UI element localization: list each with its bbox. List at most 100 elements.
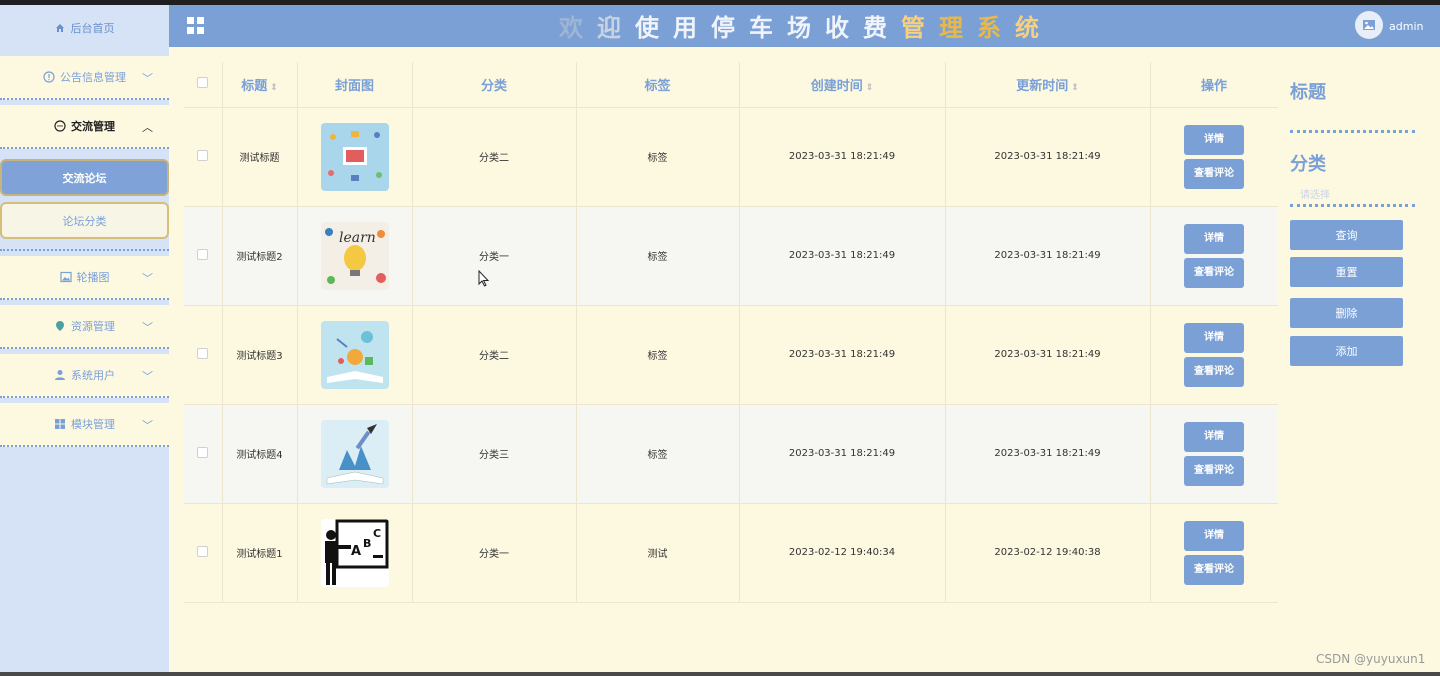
- row-checkbox[interactable]: [197, 446, 209, 458]
- row-select-cell: [184, 404, 223, 504]
- submenu-item-forum-category[interactable]: 论坛分类: [0, 202, 169, 239]
- cell-category: 分类一: [412, 503, 577, 603]
- detail-button[interactable]: 详情: [1184, 322, 1244, 353]
- reset-button[interactable]: 重置: [1290, 257, 1403, 287]
- menu-toggle-icon[interactable]: [187, 17, 205, 35]
- location-pin-icon: [56, 321, 64, 331]
- add-button[interactable]: 添加: [1290, 336, 1403, 366]
- title-char: 费: [863, 14, 901, 42]
- cell-title: 测试标题: [222, 107, 298, 207]
- table-header-row: 标题 ⇕ 封面图 分类 标签 创建时间 ⇕ 更新时间 ⇕ 操作: [184, 62, 1279, 108]
- chevron-down-icon: ﹀: [142, 272, 153, 285]
- window-bottom-border: [0, 672, 1440, 676]
- column-header-created[interactable]: 创建时间 ⇕: [739, 62, 946, 108]
- table-row[interactable]: 测试标题2 learn 分类一 标签 2023-03-31 18:21:49 2023-0…: [184, 206, 1279, 306]
- svg-text:A: A: [351, 544, 361, 559]
- detail-button[interactable]: 详情: [1184, 421, 1244, 452]
- cover-image[interactable]: [320, 320, 389, 389]
- chevron-down-icon: ﹀: [142, 72, 153, 85]
- detail-button[interactable]: 详情: [1184, 520, 1244, 551]
- title-filter-input[interactable]: [1290, 130, 1415, 133]
- sidebar-home-label: 后台首页: [70, 22, 115, 35]
- detail-button[interactable]: 详情: [1184, 223, 1244, 254]
- row-select-cell: [184, 503, 223, 603]
- chevron-down-icon: ﹀: [142, 370, 153, 383]
- sort-icon[interactable]: ⇕: [270, 83, 278, 93]
- title-char: 管: [901, 14, 939, 42]
- table-row[interactable]: 测试标题1 A B C 分类一 测试 2023-02-12 19:40:34 2023-02-…: [184, 503, 1279, 603]
- title-char: 收: [825, 14, 863, 42]
- cell-actions: 详情 查看评论: [1150, 404, 1279, 504]
- cell-updated: 2023-03-31 18:21:49: [945, 206, 1151, 306]
- cell-tag: 标签: [576, 404, 740, 504]
- sidebar: 后台首页 公告信息管理 ﹀ 交流管理 ︿ 交流论坛 论坛分类 轮播图 ﹀ 资源管…: [0, 5, 169, 672]
- column-header-tag: 标签: [576, 62, 740, 108]
- cell-updated: 2023-03-31 18:21:49: [945, 404, 1151, 504]
- delete-button[interactable]: 删除: [1290, 298, 1403, 328]
- title-char: 车: [749, 14, 787, 42]
- view-comments-button[interactable]: 查看评论: [1184, 455, 1244, 486]
- cover-image[interactable]: ABC: [320, 518, 389, 587]
- sidebar-home[interactable]: 后台首页: [0, 5, 169, 51]
- sidebar-item-carousel[interactable]: 轮播图 ﹀: [0, 256, 169, 300]
- category-select[interactable]: 请选择: [1300, 186, 1330, 201]
- table-row[interactable]: 测试标题3 分类二 标签 2023-03-31 18:21:49 2023-03-31 …: [184, 305, 1279, 405]
- title-char: 欢: [559, 14, 597, 42]
- column-header-updated[interactable]: 更新时间 ⇕: [945, 62, 1151, 108]
- column-header-title[interactable]: 标题 ⇕: [222, 62, 298, 108]
- title-char: 停: [711, 14, 749, 42]
- cell-updated: 2023-03-31 18:21:49: [945, 305, 1151, 405]
- sidebar-item-label: 资源管理: [71, 320, 115, 333]
- row-select-cell: [184, 305, 223, 405]
- cover-image[interactable]: [320, 419, 389, 488]
- view-comments-button[interactable]: 查看评论: [1184, 356, 1244, 387]
- sidebar-item-announcements[interactable]: 公告信息管理 ﹀: [0, 56, 169, 100]
- sidebar-item-modules[interactable]: 模块管理 ﹀: [0, 403, 169, 447]
- title-char: 理: [939, 14, 977, 42]
- row-checkbox[interactable]: [197, 347, 209, 359]
- svg-text:B: B: [363, 537, 371, 550]
- sidebar-item-label: 公告信息管理: [60, 71, 126, 84]
- cell-tag: 标签: [576, 206, 740, 306]
- title-char: 使: [635, 14, 673, 42]
- user-icon: [55, 370, 65, 380]
- cover-image[interactable]: learn: [320, 221, 389, 290]
- title-filter-label: 标题: [1290, 82, 1326, 103]
- sort-icon[interactable]: ⇕: [866, 83, 874, 93]
- chevron-down-icon: ﹀: [142, 321, 153, 334]
- row-select-cell: [184, 206, 223, 306]
- avatar[interactable]: [1355, 11, 1383, 39]
- view-comments-button[interactable]: 查看评论: [1184, 158, 1244, 189]
- top-header: 欢迎使用停车场收费管理系统 admin: [169, 5, 1440, 47]
- table-row[interactable]: 测试标题4 分类三 标签 2023-03-31 18:21:49 2023-03-31 …: [184, 404, 1279, 504]
- category-filter-label: 分类: [1290, 154, 1326, 175]
- username[interactable]: admin: [1389, 20, 1423, 33]
- cell-actions: 详情 查看评论: [1150, 305, 1279, 405]
- submenu-item-forum[interactable]: 交流论坛: [0, 159, 169, 196]
- sidebar-item-resources[interactable]: 资源管理 ﹀: [0, 305, 169, 349]
- cell-category: 分类二: [412, 107, 577, 207]
- title-char: 系: [977, 14, 1015, 42]
- query-button[interactable]: 查询: [1290, 220, 1403, 250]
- select-all-checkbox[interactable]: [197, 76, 209, 88]
- cell-tag: 标签: [576, 107, 740, 207]
- sort-icon[interactable]: ⇕: [1071, 83, 1079, 93]
- divider: [0, 249, 169, 251]
- detail-button[interactable]: 详情: [1184, 124, 1244, 155]
- table-row[interactable]: 测试标题 分类二 标签 2023-03-31 18:21:49 2023-03-31 1…: [184, 107, 1279, 207]
- row-checkbox[interactable]: [197, 545, 209, 557]
- chevron-up-icon: ︿: [142, 121, 153, 134]
- cell-tag: 标签: [576, 305, 740, 405]
- sidebar-item-communication[interactable]: 交流管理 ︿: [0, 105, 169, 149]
- cover-image[interactable]: [320, 122, 389, 191]
- row-checkbox[interactable]: [197, 248, 209, 260]
- cell-created: 2023-03-31 18:21:49: [739, 206, 946, 306]
- view-comments-button[interactable]: 查看评论: [1184, 554, 1244, 585]
- row-checkbox[interactable]: [197, 149, 209, 161]
- cell-cover: [297, 305, 413, 405]
- title-char: 迎: [597, 14, 635, 42]
- cell-title: 测试标题4: [222, 404, 298, 504]
- sidebar-item-users[interactable]: 系统用户 ﹀: [0, 354, 169, 398]
- view-comments-button[interactable]: 查看评论: [1184, 257, 1244, 288]
- column-header-cover: 封面图: [297, 62, 413, 108]
